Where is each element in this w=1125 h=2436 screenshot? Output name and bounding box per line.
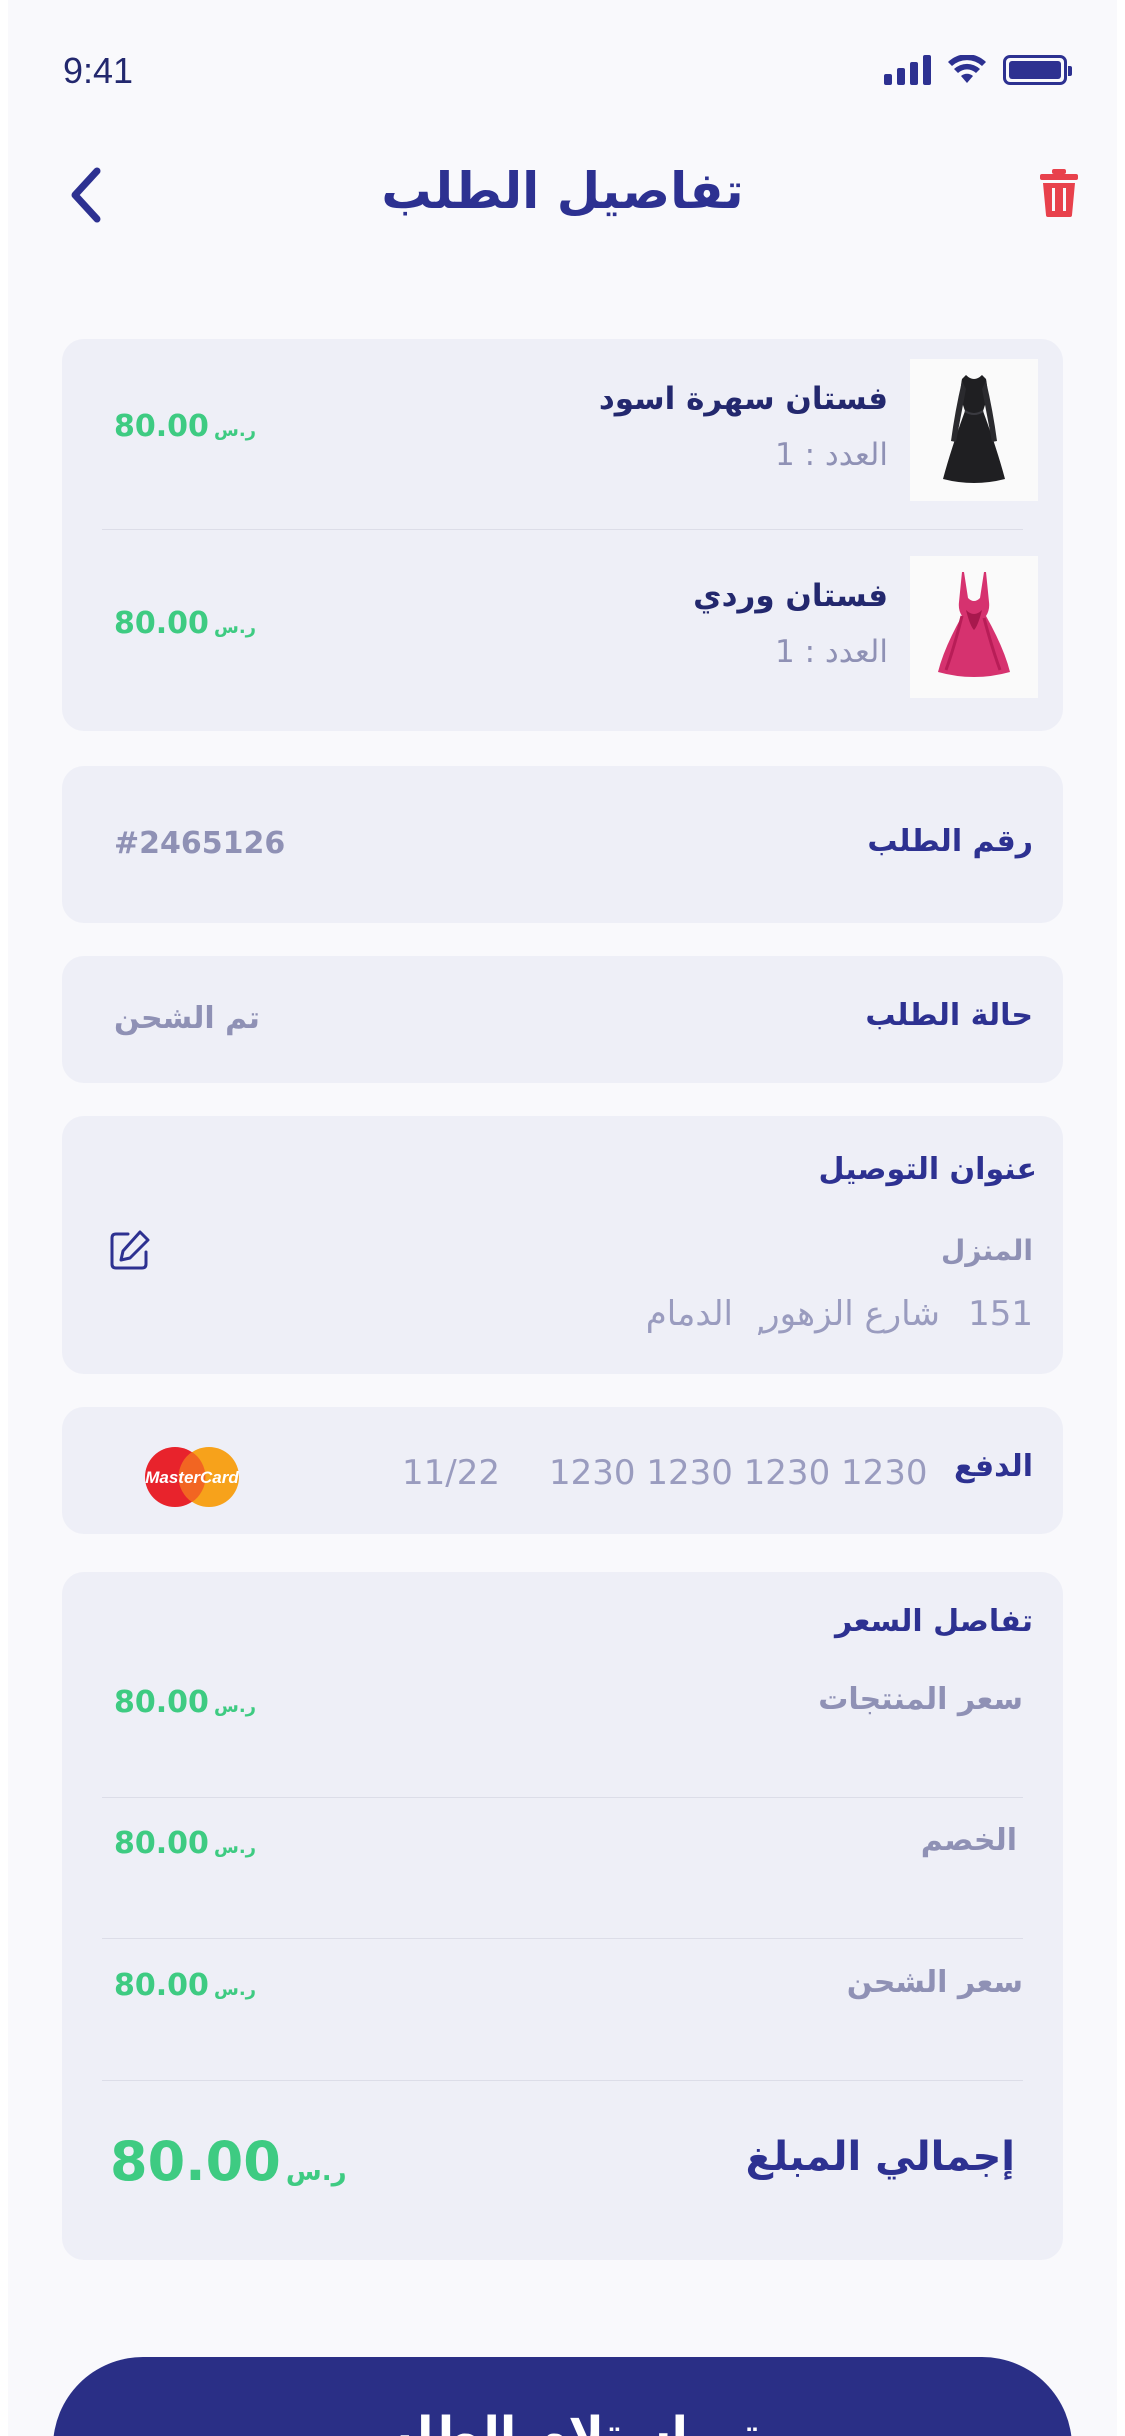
- currency-label: ر.س: [214, 1837, 257, 1858]
- currency-label: ر.س: [214, 420, 257, 441]
- product-image-black-dress: [910, 359, 1038, 501]
- battery-icon: [1003, 55, 1072, 85]
- price-value: 80.00: [114, 409, 209, 444]
- mastercard-icon: MasterCard: [145, 1447, 239, 1507]
- confirm-received-button[interactable]: تم استلام الطلب: [53, 2357, 1072, 2436]
- edit-address-button[interactable]: [108, 1228, 152, 1272]
- product-name: فستان وردي: [693, 578, 888, 614]
- divider: [102, 2080, 1023, 2081]
- price-row: سعر الشحن ر.س 80.00: [62, 1910, 1063, 2050]
- currency-label: ر.س: [285, 2157, 347, 2187]
- order-status-card: حالة الطلب تم الشحن: [62, 956, 1063, 1083]
- status-icons: [884, 55, 1072, 85]
- status-bar: 9:41: [8, 0, 1117, 140]
- address-title: عنوان التوصيل: [818, 1152, 1038, 1187]
- order-details-screen: 9:41 تفاصيل الطلب فستان سهرة اسود العدد …: [8, 0, 1117, 2436]
- price-value: 80.00: [114, 1826, 209, 1861]
- header-bar: تفاصيل الطلب: [8, 150, 1117, 240]
- total-price: ر.س 80.00: [110, 2130, 347, 2193]
- price-row-label: سعر الشحن: [846, 1965, 1023, 2000]
- price-row-label: سعر المنتجات: [818, 1682, 1023, 1717]
- currency-label: ر.س: [214, 1979, 257, 2000]
- card-expiry: 11/22: [402, 1453, 500, 1493]
- price-row: الخصم ر.س 80.00: [62, 1768, 1063, 1908]
- order-number-card: رقم الطلب #2465126: [62, 766, 1063, 923]
- price-details-card: تفاصل السعر سعر المنتجات ر.س 80.00 الخصم…: [62, 1572, 1063, 2260]
- product-quantity: العدد : 1: [775, 437, 888, 473]
- address-separator: ,: [755, 1300, 766, 1340]
- price-row-value: ر.س 80.00: [114, 1968, 256, 2003]
- status-time: 9:41: [63, 50, 134, 91]
- price-row: سعر المنتجات ر.س 80.00: [62, 1627, 1063, 1767]
- address-number: 151: [968, 1294, 1033, 1334]
- trash-icon: [1040, 169, 1078, 217]
- product-price: ر.س 80.00: [114, 606, 256, 641]
- address-type: المنزل: [940, 1234, 1033, 1267]
- price-value: 80.00: [114, 1968, 209, 2003]
- divider: [102, 529, 1023, 530]
- address-street: شارع الزهور: [763, 1294, 940, 1334]
- product-image-pink-dress: [910, 556, 1038, 698]
- edit-icon: [110, 1230, 150, 1270]
- order-number-label: رقم الطلب: [867, 824, 1033, 859]
- wifi-icon: [948, 55, 986, 83]
- price-value: 80.00: [114, 606, 209, 641]
- delivery-address-card: عنوان التوصيل المنزل 151 شارع الزهور , ا…: [62, 1116, 1063, 1374]
- card-number: 1230 1230 1230 1230: [549, 1453, 928, 1493]
- order-status-value: تم الشحن: [114, 1001, 260, 1036]
- card-brand-text: MasterCard: [145, 1468, 239, 1487]
- payment-card: الدفع 1230 1230 1230 1230 11/22 MasterCa…: [62, 1407, 1063, 1534]
- product-item[interactable]: فستان وردي العدد : 1 ر.س 80.00: [62, 536, 1063, 706]
- total-value: 80.00: [110, 2130, 281, 2193]
- cellular-signal-icon: [884, 55, 931, 85]
- currency-label: ر.س: [214, 617, 257, 638]
- price-row-label: الخصم: [920, 1823, 1017, 1858]
- product-item[interactable]: فستان سهرة اسود العدد : 1 ر.س 80.00: [62, 339, 1063, 509]
- confirm-received-label: تم استلام الطلب: [364, 2407, 761, 2436]
- delete-button[interactable]: [1029, 158, 1089, 228]
- order-status-label: حالة الطلب: [865, 998, 1033, 1033]
- product-quantity: العدد : 1: [775, 634, 888, 670]
- product-price: ر.س 80.00: [114, 409, 256, 444]
- products-card: فستان سهرة اسود العدد : 1 ر.س 80.00 فستا…: [62, 339, 1063, 731]
- total-label: إجمالي المبلغ: [745, 2134, 1015, 2180]
- payment-label: الدفع: [953, 1449, 1033, 1484]
- price-row-value: ر.س 80.00: [114, 1826, 256, 1861]
- price-row-value: ر.س 80.00: [114, 1685, 256, 1720]
- currency-label: ر.س: [214, 1696, 257, 1717]
- price-value: 80.00: [114, 1685, 209, 1720]
- order-number-value: #2465126: [114, 826, 286, 861]
- address-city: الدمام: [645, 1294, 733, 1334]
- product-name: فستان سهرة اسود: [598, 381, 888, 417]
- page-title: تفاصيل الطلب: [381, 162, 744, 220]
